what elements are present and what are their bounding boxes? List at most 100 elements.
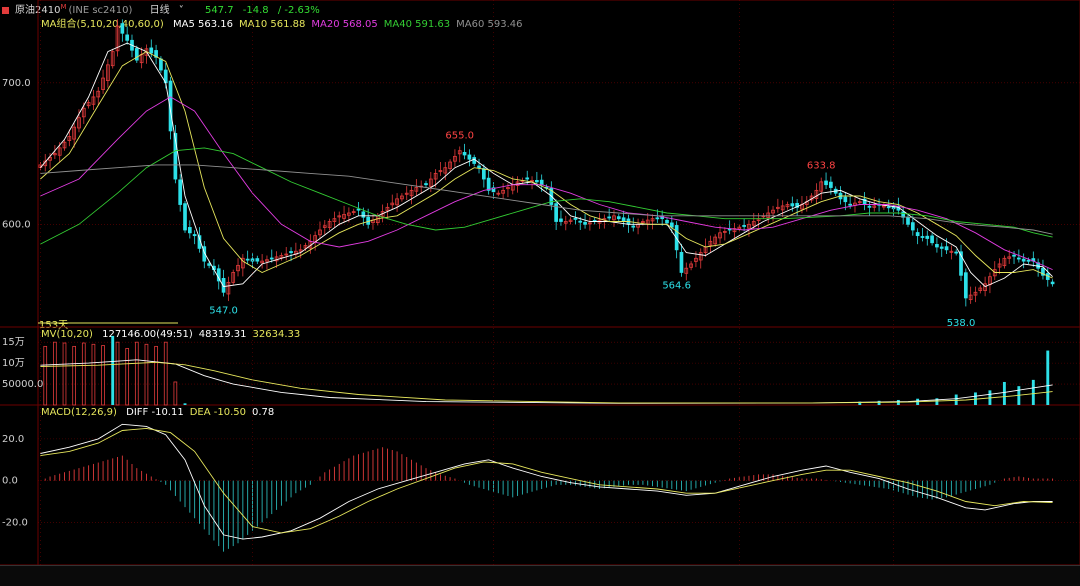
candle-body xyxy=(935,244,939,248)
macd-tick-label: 0.0 xyxy=(2,476,18,487)
ma-line-ma20 xyxy=(40,96,1053,271)
volume-bar-down xyxy=(111,335,115,405)
volume-bar-up xyxy=(163,341,168,406)
candle-body xyxy=(539,179,544,186)
candle-body xyxy=(1017,257,1021,260)
candle-body xyxy=(790,203,795,207)
candle-body xyxy=(481,168,486,180)
volume-tick-label: 15万 xyxy=(2,337,25,348)
candle-body xyxy=(954,251,959,254)
candle-body xyxy=(665,219,669,224)
volume-bar-up xyxy=(91,343,96,406)
candle-body xyxy=(939,246,944,249)
candle-body xyxy=(559,218,563,222)
candle-body xyxy=(915,232,920,237)
candle-body xyxy=(742,225,746,227)
candle-body xyxy=(1050,281,1055,285)
candle-body xyxy=(269,257,274,260)
candle-body xyxy=(486,177,491,191)
candle-body xyxy=(843,196,848,203)
candle-body xyxy=(829,181,833,188)
candle-body xyxy=(930,235,934,244)
ma-line-ma60 xyxy=(40,164,1053,235)
candle-body xyxy=(679,251,684,273)
candle-body xyxy=(361,211,366,218)
candle-body xyxy=(669,222,674,228)
candle-body xyxy=(906,216,910,225)
candle-body xyxy=(886,206,891,209)
macd-tick-label: 20.0 xyxy=(2,434,24,445)
extreme-price-label: 547.0 xyxy=(209,305,238,316)
volume-bar-up xyxy=(125,348,130,406)
candle-body xyxy=(910,222,915,231)
candle-body xyxy=(848,203,853,206)
volume-bar-down xyxy=(1002,381,1006,405)
price-tick-label: 700.0 xyxy=(2,78,31,89)
candle-body xyxy=(187,227,192,234)
volume-bar-down xyxy=(935,398,939,405)
extreme-price-label: 538.0 xyxy=(947,318,976,329)
volume-bar-up xyxy=(53,341,57,406)
candle-body xyxy=(573,217,578,220)
volume-bar-up xyxy=(81,342,86,406)
candle-body xyxy=(1021,258,1026,262)
candle-body xyxy=(255,258,260,262)
volume-tick-label: 50000.0 xyxy=(2,379,43,390)
candle-body xyxy=(944,246,949,251)
macd-tick-label: -20.0 xyxy=(2,517,28,528)
candle-body xyxy=(925,235,930,239)
candle-body xyxy=(631,225,636,228)
candle-body xyxy=(178,179,183,205)
candle-body xyxy=(183,203,187,231)
volume-bar-down xyxy=(877,400,881,405)
candle-body xyxy=(583,221,587,225)
price-tick-label: 600.0 xyxy=(2,219,31,230)
candle-body xyxy=(963,272,968,299)
candle-body xyxy=(462,152,467,156)
candle-body xyxy=(655,217,660,220)
candle-body xyxy=(525,177,530,180)
candle-body xyxy=(467,154,472,160)
candle-body xyxy=(356,208,361,211)
volume-bar-down xyxy=(1031,379,1035,405)
extreme-price-label: 655.0 xyxy=(445,130,474,141)
candle-body xyxy=(824,180,828,186)
volume-bar-up xyxy=(101,345,105,406)
volume-bar-up xyxy=(173,381,178,406)
volume-bar-up xyxy=(62,342,67,406)
extreme-price-label: 564.6 xyxy=(662,280,691,291)
volume-bar-up xyxy=(43,345,48,406)
candle-body xyxy=(289,251,293,254)
volume-bar-down xyxy=(1046,350,1050,405)
candle-body xyxy=(920,236,925,238)
volume-tick-label: 10万 xyxy=(2,358,25,369)
candle-body xyxy=(1026,259,1031,262)
candle-body xyxy=(1012,254,1016,257)
ma-line-ma40 xyxy=(40,147,1053,245)
volume-bar-up xyxy=(144,343,149,406)
candle-body xyxy=(149,47,154,54)
candle-body xyxy=(535,180,539,183)
candle-body xyxy=(578,220,583,223)
extreme-price-label: 633.8 xyxy=(807,160,836,171)
candle-body xyxy=(159,58,163,71)
candle-body xyxy=(616,216,621,220)
volume-bar-up xyxy=(154,345,158,406)
candle-body xyxy=(134,48,139,61)
volume-ma-mv20 xyxy=(40,361,1053,404)
chart-canvas[interactable]: 700.0600.0758.0547.0655.0564.6633.8538.0… xyxy=(0,0,1080,565)
candle-body xyxy=(192,234,197,237)
volume-bar-up xyxy=(134,341,139,406)
volume-bar-up xyxy=(115,341,120,406)
candle-body xyxy=(867,205,872,208)
candle-body xyxy=(607,216,612,219)
volume-bar-up xyxy=(72,345,76,406)
date-axis-bar xyxy=(0,565,1080,586)
candle-body xyxy=(424,183,428,186)
candle-body xyxy=(125,34,130,41)
candle-body xyxy=(207,263,211,266)
candle-body xyxy=(477,165,481,169)
candle-body xyxy=(120,23,125,34)
candle-body xyxy=(245,258,250,261)
candle-body xyxy=(621,217,626,222)
